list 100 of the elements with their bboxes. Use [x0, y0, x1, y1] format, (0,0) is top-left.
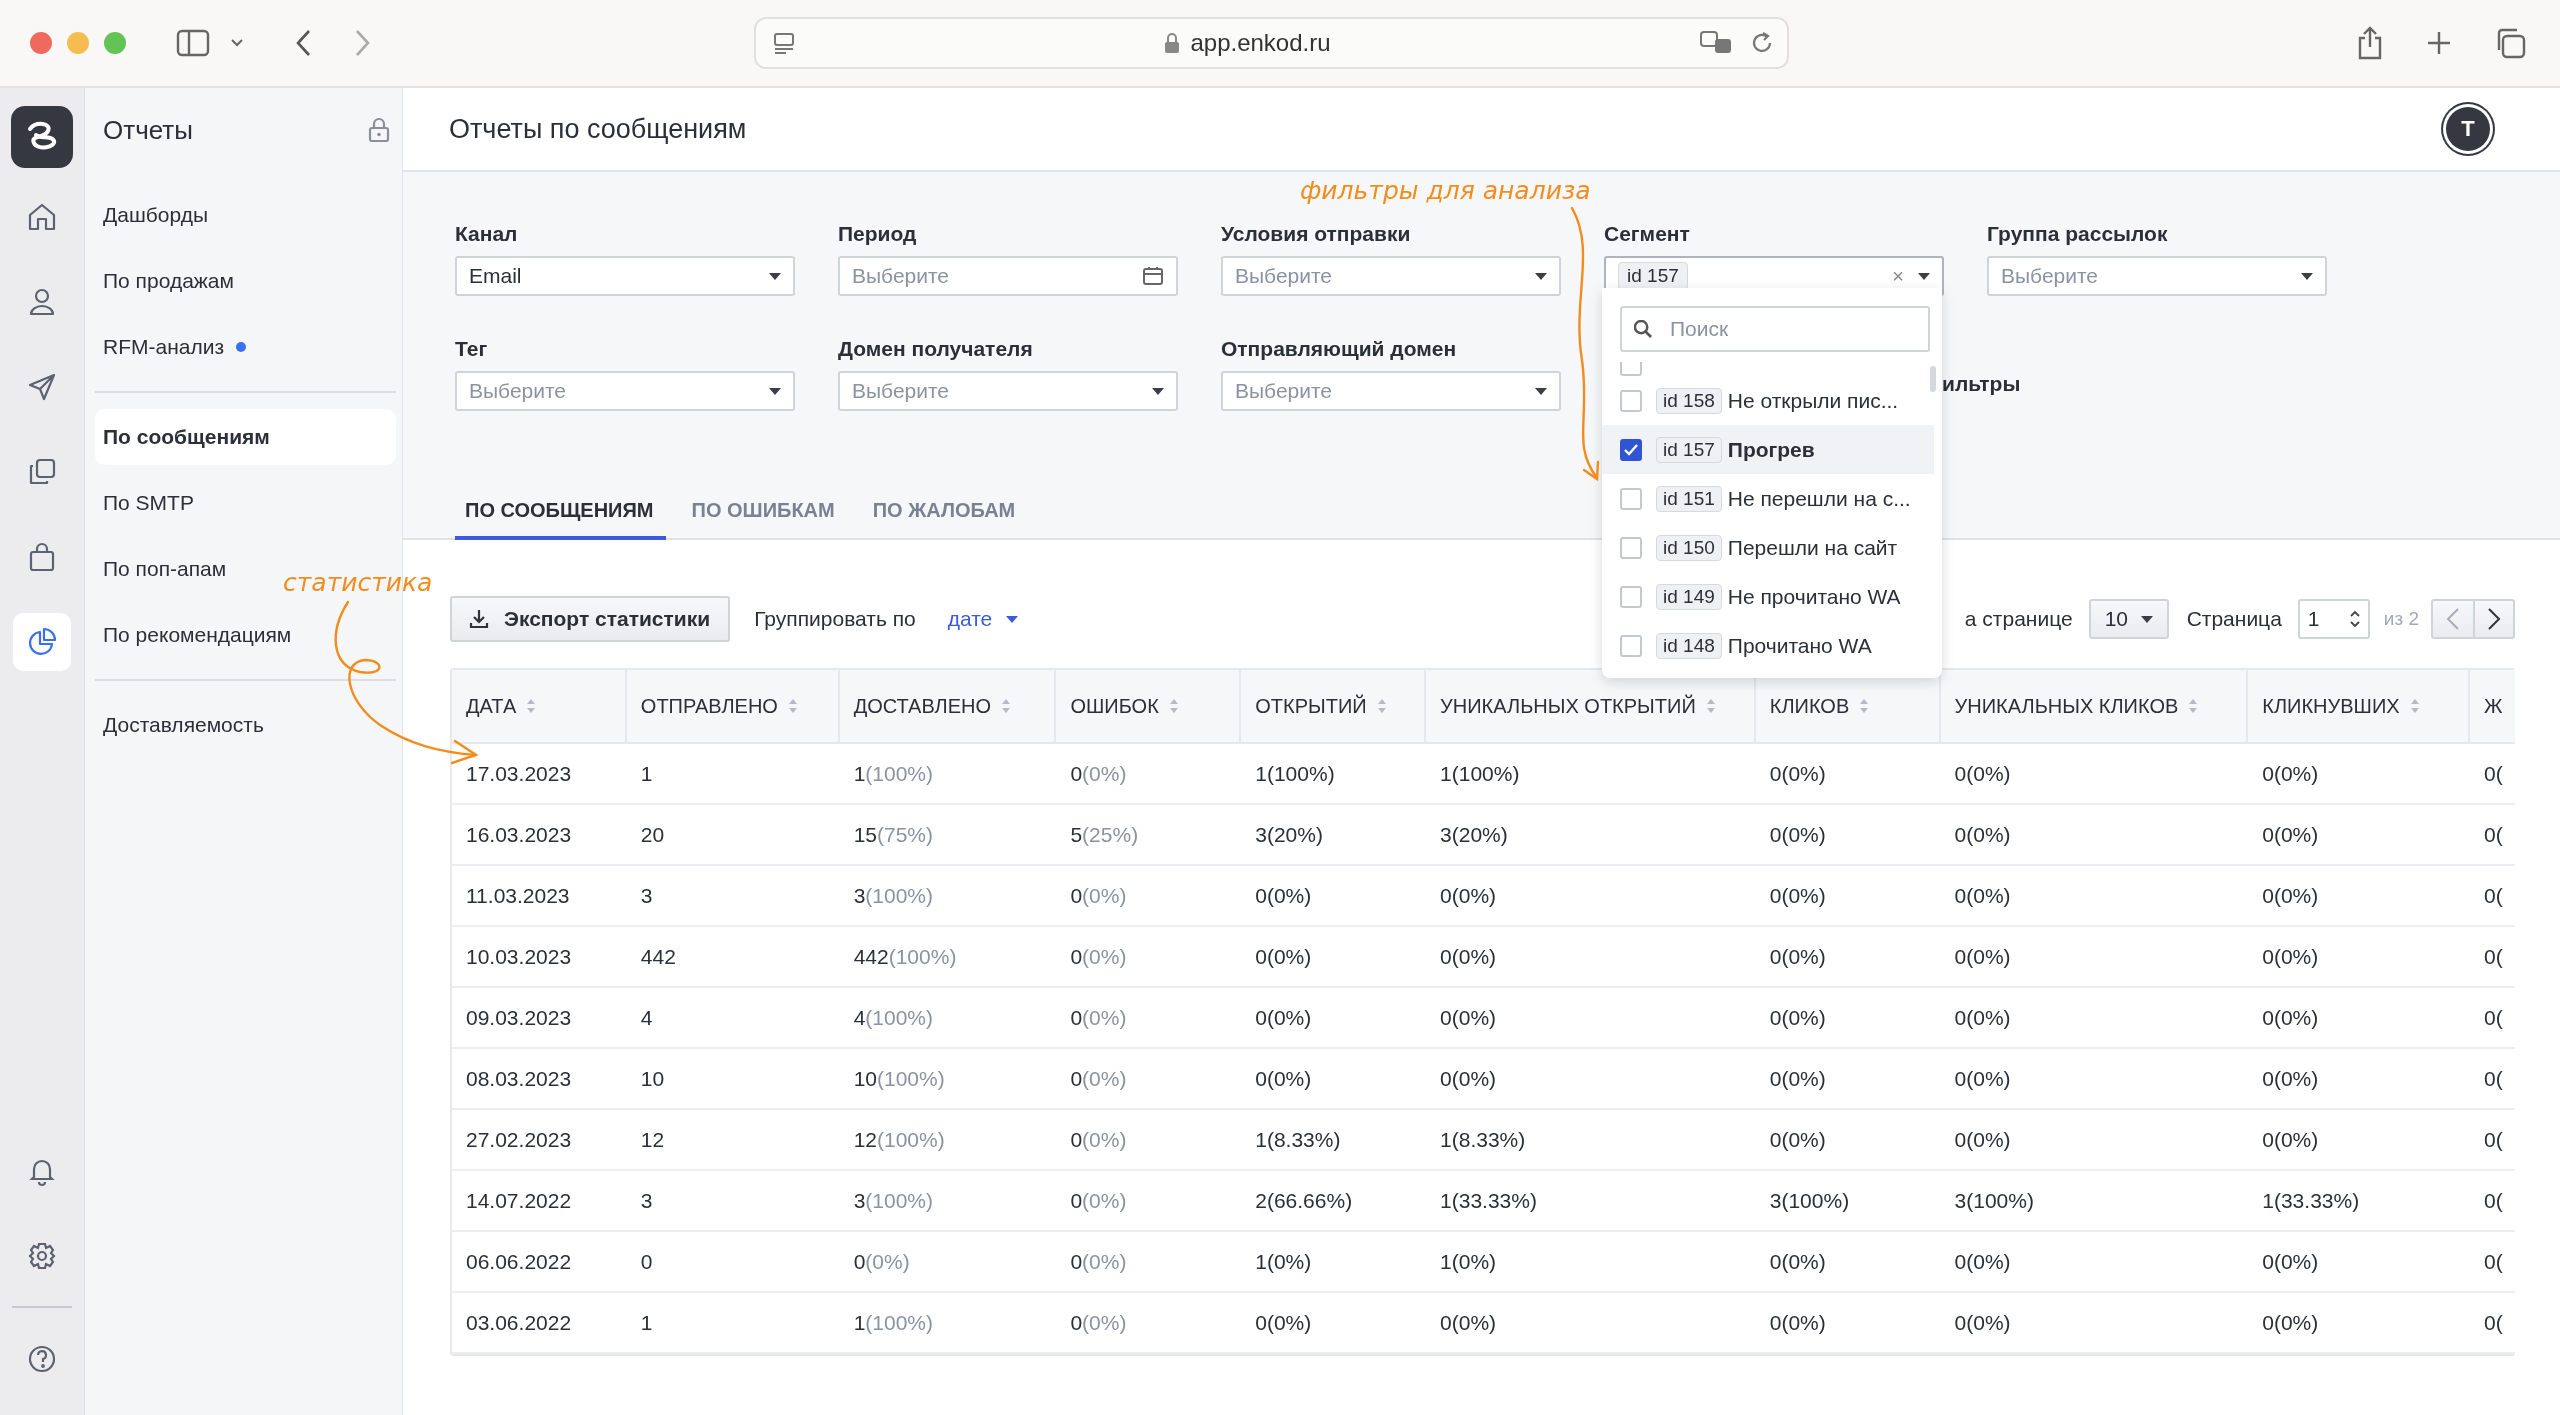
table-cell: 5(25%) — [1070, 822, 1139, 847]
chevron-down-icon[interactable] — [230, 38, 244, 48]
table-cell: 0(0%) — [1070, 1310, 1127, 1335]
checkbox[interactable] — [1620, 585, 1642, 608]
column-header[interactable]: УНИКАЛЬНЫХ КЛИКОВ — [1954, 694, 2199, 718]
sidebar-item[interactable]: По поп-апам — [95, 541, 235, 597]
table-cell: 0(0%) — [2262, 822, 2319, 847]
forward-icon[interactable] — [354, 29, 372, 57]
annotation-text: статистика — [283, 568, 433, 597]
close-button[interactable] — [30, 32, 52, 54]
segment-option[interactable]: id 158 Не открыли пис... — [1602, 376, 1934, 425]
table-cell: 0(0%) — [2262, 1249, 2319, 1274]
search-icon — [1634, 320, 1652, 338]
table-cell: 442 — [640, 944, 676, 969]
table-cell: 1(8.33%) — [1440, 1127, 1526, 1152]
table-cell: 3 — [640, 1188, 653, 1213]
new-tab-icon[interactable] — [2426, 30, 2452, 56]
sidebar-item[interactable]: Дашборды — [95, 187, 216, 243]
checkbox[interactable] — [1620, 536, 1642, 559]
chevron-left-icon — [2446, 607, 2460, 631]
table-cell: 3(100%) — [1954, 1188, 2034, 1213]
sidebar-item[interactable]: Доставляемость — [95, 697, 272, 753]
sidebar-item[interactable]: По рекомендациям — [95, 607, 300, 663]
stepper-icon[interactable] — [2347, 608, 2362, 630]
table-cell: 0(0%) — [2262, 944, 2319, 969]
table-cell: 0(0%) — [1255, 1310, 1312, 1335]
sidebar-toggle-icon[interactable] — [176, 29, 210, 57]
table-cell: 0 — [640, 1249, 653, 1274]
table-cell: 0( — [2484, 944, 2503, 969]
search-field[interactable]: Поиск — [1620, 306, 1930, 352]
checkbox[interactable] — [1620, 634, 1642, 657]
logo-icon[interactable] — [11, 106, 73, 168]
checkbox[interactable] — [1620, 438, 1642, 461]
sidebar-item[interactable]: По сообщениям — [95, 409, 396, 465]
table-cell: 0(0%) — [2262, 1005, 2319, 1030]
share-icon[interactable] — [2356, 26, 2384, 60]
next-page-button[interactable] — [2473, 599, 2515, 639]
segment-option[interactable]: id 157 Прогрев — [1602, 425, 1934, 474]
table-cell: 06.06.2022 — [466, 1249, 572, 1274]
column-header[interactable]: ДОСТАВЛЕНО — [853, 694, 1011, 718]
table-cell: 0(0%) — [2262, 1310, 2319, 1335]
column-header[interactable]: ОТКРЫТИЙ — [1255, 694, 1387, 718]
column-header[interactable]: КЛИКОВ — [1769, 694, 1870, 718]
column-header[interactable]: ДАТА — [466, 694, 537, 718]
checkbox[interactable] — [1620, 389, 1642, 412]
table-cell: 10(100%) — [853, 1066, 945, 1091]
table-cell: 0(0%) — [1769, 1005, 1826, 1030]
address-bar[interactable]: app.enkod.ru — [754, 17, 1789, 69]
table-cell: 0(0%) — [2262, 1066, 2319, 1091]
scrollbar-thumb[interactable] — [1930, 366, 1936, 392]
table-cell: 27.02.2023 — [466, 1127, 572, 1152]
sidebar-item[interactable]: По продажам — [95, 253, 242, 309]
table-cell: 0(0%) — [1954, 822, 2011, 847]
back-icon[interactable] — [294, 29, 312, 57]
column-header[interactable]: ОТПРАВЛЕНО — [640, 694, 798, 718]
column-header[interactable]: УНИКАЛЬНЫХ ОТКРЫТИЙ — [1440, 694, 1716, 718]
table-cell: 0(0%) — [1440, 1066, 1497, 1091]
group-by-dropdown[interactable]: дате — [947, 607, 1019, 631]
column-header[interactable]: КЛИКНУВШИХ — [2262, 694, 2420, 718]
reset-filters-link[interactable]: ильтры — [1942, 372, 2021, 396]
segment-option[interactable]: id 149 Не прочитано WA — [1602, 572, 1934, 621]
table-cell: 12 — [640, 1127, 665, 1152]
table-cell: 1(0%) — [1255, 1249, 1312, 1274]
calendar-icon[interactable] — [1142, 266, 1164, 286]
pie-icon[interactable] — [13, 613, 71, 671]
table-cell: 0(0%) — [2262, 761, 2319, 786]
segment-option[interactable]: id 151 Не перешли на с... — [1602, 474, 1934, 523]
table-cell: 11.03.2023 — [466, 883, 570, 908]
column-header[interactable]: Ж — [2484, 694, 2503, 718]
table-cell: 0( — [2484, 822, 2503, 847]
table-cell: 1(100%) — [1440, 761, 1520, 786]
table-cell: 442(100%) — [853, 944, 957, 969]
table-cell: 4 — [640, 1005, 653, 1030]
page-input[interactable]: 1 — [2297, 599, 2370, 639]
table-cell: 0(0%) — [1769, 1127, 1826, 1152]
segment-option[interactable]: id 150 Перешли на сайт — [1602, 523, 1934, 572]
table-cell: 0(0%) — [1954, 761, 2011, 786]
per-page-select[interactable]: 10 — [2088, 599, 2169, 639]
table-cell: 0(0%) — [1255, 883, 1312, 908]
tab[interactable]: ПО ОШИБКАМ — [681, 499, 847, 540]
select-field[interactable]: Email — [455, 256, 795, 296]
sidebar-item[interactable]: RFM-анализ — [95, 319, 255, 375]
sidebar-item[interactable]: По SMTP — [95, 475, 202, 531]
segment-option[interactable]: id 148 Прочитано WA — [1602, 621, 1934, 662]
page-icon — [772, 31, 796, 55]
table-cell: 0(0%) — [1769, 1249, 1826, 1274]
table-cell: 0( — [2484, 1127, 2503, 1152]
tab[interactable]: ПО ЖАЛОБАМ — [862, 499, 1028, 540]
table-cell: 12(100%) — [853, 1127, 945, 1152]
table-cell: 0(0%) — [1070, 1127, 1127, 1152]
page-title: Отчеты по сообщениям — [449, 113, 747, 145]
table-cell: 0( — [2484, 883, 2503, 908]
filter-label: Тег — [455, 337, 489, 361]
table-cell: 0(0%) — [1255, 944, 1312, 969]
checkbox[interactable] — [1620, 487, 1642, 510]
table-cell: 15(75%) — [853, 822, 933, 847]
table-cell: 0(0%) — [1769, 1310, 1826, 1335]
export-button[interactable]: Экспорт статистики — [450, 596, 731, 642]
table-cell: 0(0%) — [1255, 1005, 1312, 1030]
column-header[interactable]: ОШИБОК — [1070, 694, 1179, 718]
